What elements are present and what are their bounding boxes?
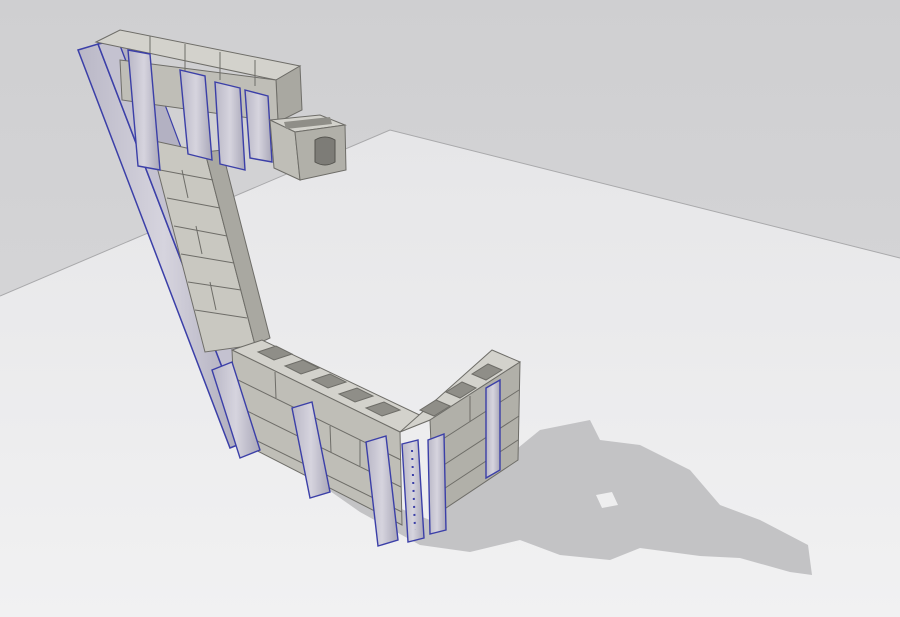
- header-panel-4: [244, 89, 273, 163]
- render-viewport: [0, 0, 900, 617]
- header-panel-3: [214, 81, 246, 171]
- base-panel-5: [427, 432, 447, 535]
- base-panel-6: [485, 378, 501, 480]
- scene-canvas: [0, 0, 900, 617]
- channel-block: [268, 114, 347, 181]
